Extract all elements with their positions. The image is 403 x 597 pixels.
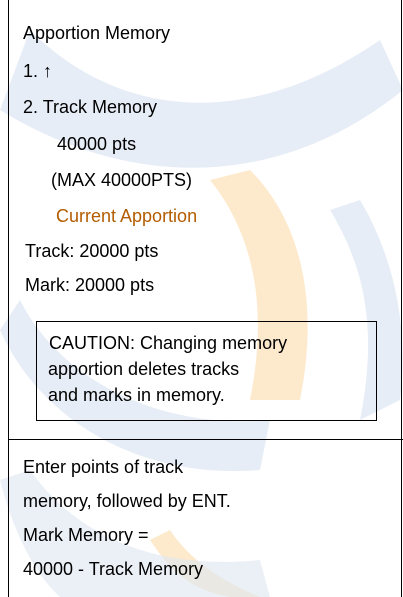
help-line-2: memory, followed by ENT. bbox=[23, 491, 231, 511]
help-line-1: Enter points of track bbox=[23, 457, 184, 477]
help-line-4: 40000 - Track Memory bbox=[23, 559, 204, 579]
section-divider bbox=[9, 439, 403, 440]
apportion-memory-panel: Apportion Memory 1. ↑ 2. Track Memory 40… bbox=[8, 0, 403, 597]
caution-box: CAUTION: Changing memory apportion delet… bbox=[36, 321, 377, 421]
menu-item-1-label: 1. ↑ bbox=[23, 61, 53, 81]
caution-line-2: apportion deletes tracks bbox=[48, 359, 240, 379]
menu-item-1[interactable]: 1. ↑ bbox=[23, 60, 52, 82]
track-memory-value[interactable]: 40000 pts bbox=[57, 133, 136, 155]
caution-line-1: CAUTION: Changing memory bbox=[49, 333, 288, 353]
help-line-3: Mark Memory = bbox=[23, 525, 149, 545]
max-points-note: (MAX 40000PTS) bbox=[51, 170, 193, 190]
current-track-points: Track: 20000 pts bbox=[25, 241, 159, 261]
menu-title: Apportion Memory bbox=[23, 23, 171, 43]
current-apportion-label: Current Apportion bbox=[56, 206, 198, 226]
menu-item-track-memory[interactable]: 2. Track Memory bbox=[23, 96, 157, 118]
caution-line-3: and marks in memory. bbox=[48, 385, 225, 405]
current-mark-points: Mark: 20000 pts bbox=[25, 275, 155, 295]
